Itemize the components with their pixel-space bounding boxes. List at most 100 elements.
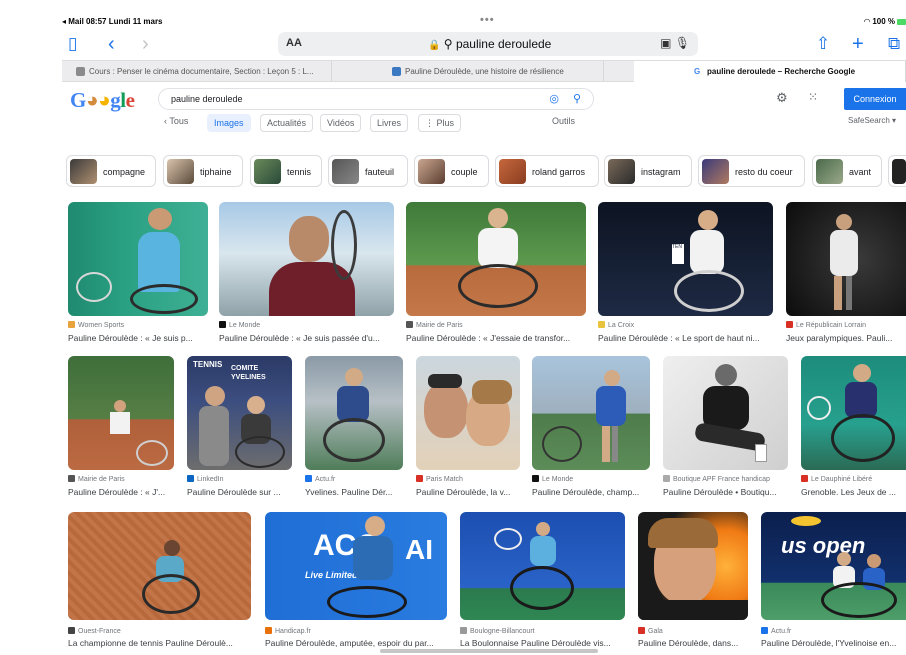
tools-button[interactable]: Outils (552, 116, 575, 126)
result-thumbnail[interactable] (68, 356, 174, 470)
result-caption[interactable]: Pauline Déroulède, la v... (416, 487, 520, 497)
status-dots[interactable]: ••• (480, 14, 495, 26)
result-caption[interactable]: Pauline Déroulède sur ... (187, 487, 292, 497)
microphone-icon[interactable]: 🎙 (675, 36, 690, 50)
filter-images[interactable]: Images (207, 114, 251, 132)
result-caption[interactable]: La Boulonnaise Pauline Déroulède vis... (460, 638, 625, 648)
result-caption[interactable]: Pauline Déroulède, l'Yvelinoise en... (761, 638, 906, 648)
page-favicon-icon (392, 67, 401, 77)
chip[interactable]: avant (812, 155, 882, 187)
image-result[interactable]: Mairie de Paris Pauline Déroulède : « J'… (406, 202, 586, 346)
tab-share-icon[interactable]: ▣ (660, 36, 671, 50)
back-icon[interactable]: ‹ (108, 32, 115, 56)
image-result[interactable]: Le Dauphiné Libéré Grenoble. Les Jeux de… (801, 356, 906, 500)
forward-icon[interactable]: › (142, 32, 149, 56)
tab-google-search[interactable]: Gpauline deroulede – Recherche Google (634, 61, 906, 82)
result-caption[interactable]: La championne de tennis Pauline Déroulè.… (68, 638, 251, 648)
result-thumbnail[interactable] (786, 202, 906, 316)
chip[interactable]: couple (414, 155, 489, 187)
signin-button[interactable]: Connexion (844, 88, 906, 110)
image-result[interactable]: TENNIS COMITE YVELINES LinkedIn Pauline … (187, 356, 292, 500)
image-result[interactable]: Ouest-France La championne de tennis Pau… (68, 512, 251, 652)
apps-grid-icon[interactable]: ⁙ (808, 90, 818, 104)
source-favicon-icon (305, 475, 312, 482)
image-result[interactable]: us open Actu.fr Pauline Déroulède, l'Yve… (761, 512, 906, 652)
tab-pauline-article[interactable]: Pauline Déroulède, une histoire de résil… (332, 61, 604, 82)
result-thumbnail[interactable] (801, 356, 906, 470)
figure-body (530, 536, 556, 566)
image-result[interactable]: Mairie de Paris Pauline Déroulède : « J'… (68, 356, 174, 500)
result-caption[interactable]: Jeux paralympiques. Pauli... (786, 333, 906, 343)
result-caption[interactable]: Pauline Déroulède : « Je suis passée d'u… (219, 333, 394, 343)
result-thumbnail[interactable] (460, 512, 625, 620)
result-thumbnail[interactable] (68, 202, 208, 316)
result-thumbnail[interactable] (219, 202, 394, 316)
result-caption[interactable]: Yvelines. Pauline Dér... (305, 487, 403, 497)
result-caption[interactable]: Pauline Déroulède • Boutiqu... (663, 487, 788, 497)
chip[interactable]: tennis (250, 155, 322, 187)
result-caption[interactable]: Pauline Déroulède, dans... (638, 638, 748, 648)
chip[interactable]: roland garros (495, 155, 599, 187)
chip[interactable]: resto du coeur (698, 155, 805, 187)
result-thumbnail[interactable] (532, 356, 650, 470)
tabs-overview-icon[interactable]: ⧉ (888, 32, 900, 56)
result-caption[interactable]: Pauline Déroulède : « Je suis p... (68, 333, 208, 343)
filter-more[interactable]: ⋮ Plus (418, 114, 462, 132)
image-result[interactable]: Le Monde Pauline Déroulède, champ... (532, 356, 650, 500)
lens-icon[interactable]: ◎ (549, 92, 559, 105)
result-caption[interactable]: Pauline Déroulède, amputée, espoir du pa… (265, 638, 447, 648)
result-thumbnail[interactable] (663, 356, 788, 470)
image-result[interactable]: Le Monde Pauline Déroulède : « Je suis p… (219, 202, 394, 346)
result-thumbnail[interactable]: us open (761, 512, 906, 620)
result-thumbnail[interactable] (68, 512, 251, 620)
filter-books[interactable]: Livres (370, 114, 409, 132)
result-thumbnail[interactable] (416, 356, 520, 470)
status-left[interactable]: ◂ Mail 08:57 Lundi 11 mars (62, 17, 163, 26)
result-thumbnail[interactable] (406, 202, 586, 316)
chip[interactable]: fauteuil (328, 155, 408, 187)
reader-aa-button[interactable]: AA (286, 37, 302, 49)
home-indicator[interactable] (380, 649, 598, 653)
search-query[interactable]: pauline deroulede (171, 94, 243, 104)
result-caption[interactable]: Pauline Déroulède : « Le sport de haut n… (598, 333, 773, 343)
image-result[interactable]: Paris Match Pauline Déroulède, la v... (416, 356, 520, 500)
chip-overflow[interactable] (888, 155, 906, 187)
safesearch-button[interactable]: SafeSearch ▾ (848, 116, 896, 125)
image-result[interactable]: Boutique APF France handicap Pauline Dér… (663, 356, 788, 500)
share-icon[interactable]: ⇧ (816, 32, 830, 56)
google-search-box[interactable]: pauline deroulede ◎ ⚲ (158, 88, 594, 110)
chip[interactable]: instagram (604, 155, 692, 187)
result-caption[interactable]: Grenoble. Les Jeux de ... (801, 487, 906, 497)
result-thumbnail[interactable]: TEN (598, 202, 773, 316)
result-thumbnail[interactable]: ACC Live Limited AI (265, 512, 447, 620)
gear-icon[interactable]: ⚙ (776, 90, 788, 106)
wheelchair-shape (323, 418, 385, 462)
address-bar[interactable]: AA 🔒 ⚲ pauline deroulede ▣ 🎙 (278, 32, 698, 56)
filter-videos[interactable]: Vidéos (320, 114, 362, 132)
result-caption[interactable]: Pauline Déroulède, champ... (532, 487, 650, 497)
image-result[interactable]: Women Sports Pauline Déroulède : « Je su… (68, 202, 208, 346)
result-thumbnail[interactable] (305, 356, 403, 470)
sidebar-icon[interactable]: ▯ (68, 32, 77, 56)
chip[interactable]: compagne (66, 155, 156, 187)
image-result[interactable]: Actu.fr Yvelines. Pauline Dér... (305, 356, 403, 500)
google-logo[interactable]: G◕◕gle (70, 88, 135, 113)
wheelchair-shape (831, 414, 895, 462)
new-tab-icon[interactable]: + (852, 32, 864, 56)
address-text[interactable]: 🔒 ⚲ pauline deroulede (428, 37, 551, 51)
filter-all[interactable]: ‹ Tous (164, 116, 188, 126)
chip[interactable]: tiphaine (163, 155, 243, 187)
image-result[interactable]: Boulogne-Billancourt La Boulonnaise Paul… (460, 512, 625, 652)
image-result[interactable]: Le Républicain Lorrain Jeux paralympique… (786, 202, 906, 346)
result-caption[interactable]: Pauline Déroulède : « J'... (68, 487, 174, 497)
image-result[interactable]: Gala Pauline Déroulède, dans... (638, 512, 748, 652)
image-result[interactable]: TEN La Croix Pauline Déroulède : « Le sp… (598, 202, 773, 346)
filter-news[interactable]: Actualités (260, 114, 314, 132)
tab-cours[interactable]: Cours : Penser le cinéma documentaire, S… (62, 61, 332, 82)
safari-toolbar: ▯ ‹ › AA 🔒 ⚲ pauline deroulede ▣ 🎙 ⇧ + ⧉ (62, 30, 906, 58)
result-caption[interactable]: Pauline Déroulède : « J'essaie de transf… (406, 333, 586, 343)
result-thumbnail[interactable]: TENNIS COMITE YVELINES (187, 356, 292, 470)
result-thumbnail[interactable] (638, 512, 748, 620)
search-icon[interactable]: ⚲ (573, 92, 581, 105)
image-result[interactable]: ACC Live Limited AI Handicap.fr Pauline … (265, 512, 447, 652)
